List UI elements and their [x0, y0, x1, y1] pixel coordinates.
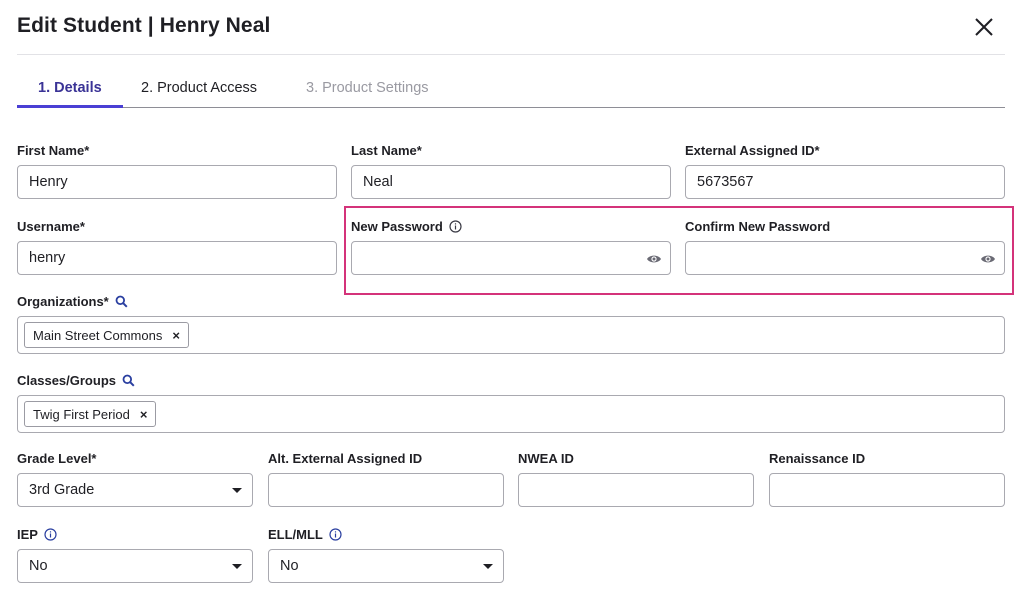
external-id-label: External Assigned ID*: [685, 143, 820, 158]
external-id-field[interactable]: [685, 165, 1005, 199]
info-icon[interactable]: [449, 220, 462, 233]
organizations-label: Organizations*: [17, 294, 128, 309]
close-icon: [975, 18, 993, 36]
alt-external-id-label: Alt. External Assigned ID: [268, 451, 423, 466]
grade-level-value: 3rd Grade: [29, 482, 95, 498]
dialog-header: Edit Student | Henry Neal: [17, 12, 1005, 55]
classes-label: Classes/Groups: [17, 373, 135, 388]
tab-bar: 1. Details 2. Product Access 3. Product …: [17, 74, 1005, 108]
renaissance-id-input[interactable]: [781, 474, 993, 506]
tab-details[interactable]: 1. Details: [17, 80, 123, 108]
last-name-field[interactable]: [351, 165, 671, 199]
class-chip: Twig First Period ×: [24, 401, 157, 427]
iep-value: No: [29, 558, 48, 574]
iep-select[interactable]: No: [17, 549, 253, 583]
eye-icon[interactable]: [980, 251, 996, 267]
first-name-field[interactable]: [17, 165, 337, 199]
info-icon[interactable]: [44, 528, 57, 541]
organization-chip: Main Street Commons ×: [24, 322, 189, 348]
username-label: Username*: [17, 219, 85, 234]
grade-level-label: Grade Level*: [17, 451, 97, 466]
new-password-input[interactable]: [363, 242, 659, 274]
confirm-password-field[interactable]: [685, 241, 1005, 275]
chevron-down-icon: [232, 488, 242, 493]
page-title: Edit Student | Henry Neal: [17, 14, 271, 37]
new-password-label: New Password: [351, 219, 462, 234]
nwea-id-field[interactable]: [518, 473, 754, 507]
confirm-password-input[interactable]: [697, 242, 993, 274]
remove-icon[interactable]: ×: [172, 329, 180, 342]
username-field[interactable]: [17, 241, 337, 275]
ell-mll-value: No: [280, 558, 299, 574]
renaissance-id-label: Renaissance ID: [769, 451, 866, 466]
external-id-input[interactable]: [697, 166, 993, 198]
chip-label: Twig First Period: [33, 406, 130, 422]
chevron-down-icon: [483, 564, 493, 569]
chip-label: Main Street Commons: [33, 327, 163, 343]
classes-field[interactable]: Twig First Period ×: [17, 395, 1005, 433]
close-button[interactable]: [971, 14, 997, 40]
info-icon[interactable]: [329, 528, 342, 541]
remove-icon[interactable]: ×: [140, 408, 148, 421]
last-name-input[interactable]: [363, 166, 659, 198]
grade-level-select[interactable]: 3rd Grade: [17, 473, 253, 507]
chevron-down-icon: [232, 564, 242, 569]
username-input[interactable]: [29, 242, 325, 274]
nwea-id-label: NWEA ID: [518, 451, 574, 466]
last-name-label: Last Name*: [351, 143, 422, 158]
nwea-id-input[interactable]: [530, 474, 742, 506]
organizations-field[interactable]: Main Street Commons ×: [17, 316, 1005, 354]
tab-product-settings: 3. Product Settings: [306, 80, 429, 96]
first-name-input[interactable]: [29, 166, 325, 198]
new-password-field[interactable]: [351, 241, 671, 275]
tab-product-access[interactable]: 2. Product Access: [141, 80, 257, 108]
alt-external-id-input[interactable]: [280, 474, 492, 506]
ell-mll-label: ELL/MLL: [268, 527, 342, 542]
renaissance-id-field[interactable]: [769, 473, 1005, 507]
iep-label: IEP: [17, 527, 57, 542]
search-icon[interactable]: [122, 374, 135, 387]
alt-external-id-field[interactable]: [268, 473, 504, 507]
confirm-password-label: Confirm New Password: [685, 219, 831, 234]
ell-mll-select[interactable]: No: [268, 549, 504, 583]
first-name-label: First Name*: [17, 143, 90, 158]
eye-icon[interactable]: [646, 251, 662, 267]
search-icon[interactable]: [115, 295, 128, 308]
